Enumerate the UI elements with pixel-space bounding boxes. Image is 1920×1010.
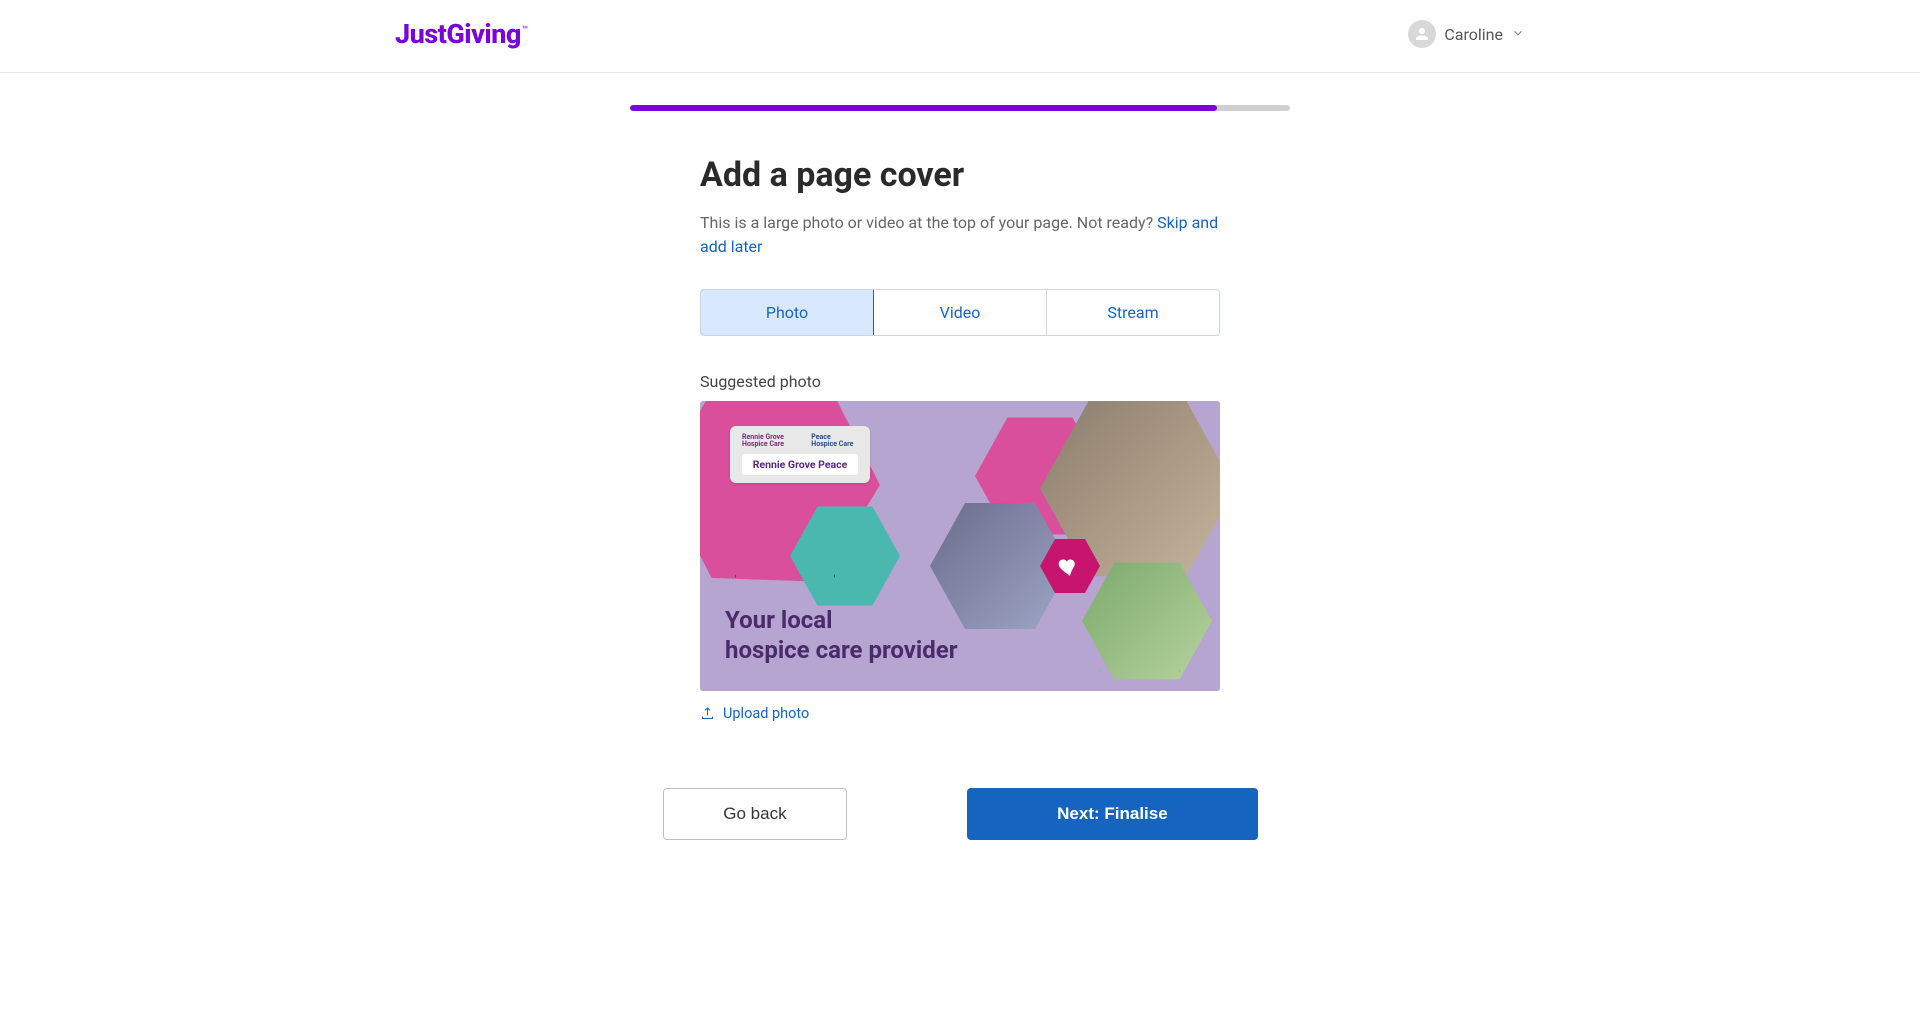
upload-photo-label: Upload photo — [723, 705, 809, 722]
progress-fill — [630, 105, 1217, 111]
logo-just: Just — [395, 18, 446, 50]
photo-tagline: Your local hospice care provider — [725, 605, 958, 665]
tab-photo[interactable]: Photo — [700, 289, 874, 336]
header: JustGiving™ Caroline — [0, 0, 1920, 73]
avatar-icon — [1408, 20, 1436, 48]
page-title: Add a page cover — [700, 155, 1220, 195]
go-back-button[interactable]: Go back — [663, 788, 848, 840]
badge-logo-2: Peace Hospice Care — [811, 434, 858, 448]
charity-badge: Rennie Grove Hospice Care Peace Hospice … — [730, 426, 870, 483]
upload-icon — [700, 706, 715, 721]
chevron-down-icon — [1511, 25, 1525, 44]
logo[interactable]: JustGiving™ — [395, 18, 528, 50]
next-finalise-button[interactable]: Next: Finalise — [967, 788, 1257, 840]
action-buttons: Go back Next: Finalise — [663, 788, 1258, 840]
suggested-photo[interactable]: Rennie Grove Hospice Care Peace Hospice … — [700, 401, 1220, 691]
tab-stream[interactable]: Stream — [1046, 290, 1219, 335]
suggested-photo-label: Suggested photo — [700, 372, 1220, 391]
badge-logo-1: Rennie Grove Hospice Care — [742, 434, 805, 448]
badge-name: Rennie Grove Peace — [742, 454, 858, 475]
tagline-line: hospice care provider — [725, 635, 958, 665]
username: Caroline — [1444, 25, 1503, 44]
tagline-line: Your local — [725, 605, 958, 635]
logo-giving: Giving — [446, 18, 520, 50]
progress-bar — [630, 105, 1290, 111]
cover-type-tabs: Photo Video Stream — [700, 289, 1220, 336]
logo-tm: ™ — [522, 25, 528, 36]
upload-photo-link[interactable]: Upload photo — [700, 705, 1220, 722]
tab-video[interactable]: Video — [873, 290, 1046, 335]
page-description-text: This is a large photo or video at the to… — [700, 213, 1157, 232]
page-description: This is a large photo or video at the to… — [700, 211, 1220, 259]
user-menu[interactable]: Caroline — [1408, 20, 1525, 48]
